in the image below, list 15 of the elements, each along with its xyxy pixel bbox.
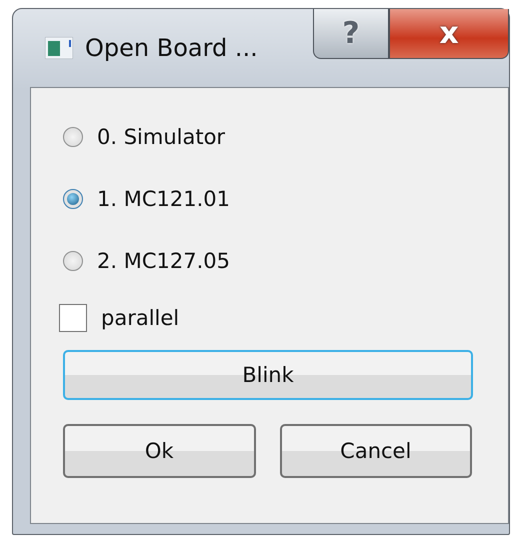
radio-button[interactable] — [63, 251, 83, 271]
window-title: Open Board ... — [85, 34, 258, 62]
option-label: 1. MC121.01 — [97, 187, 230, 211]
radio-button[interactable] — [63, 189, 83, 209]
blink-button[interactable]: Blink — [63, 350, 473, 400]
close-button[interactable]: x — [389, 9, 509, 59]
checkbox-label: parallel — [101, 306, 180, 330]
option-label: 0. Simulator — [97, 125, 226, 149]
ok-button[interactable]: Ok — [63, 424, 256, 478]
help-button[interactable]: ? — [313, 9, 389, 59]
radio-button[interactable] — [63, 127, 83, 147]
checkbox[interactable] — [59, 304, 87, 332]
option-label: 2. MC127.05 — [97, 249, 230, 273]
app-icon — [45, 37, 73, 59]
cancel-button[interactable]: Cancel — [280, 424, 472, 478]
